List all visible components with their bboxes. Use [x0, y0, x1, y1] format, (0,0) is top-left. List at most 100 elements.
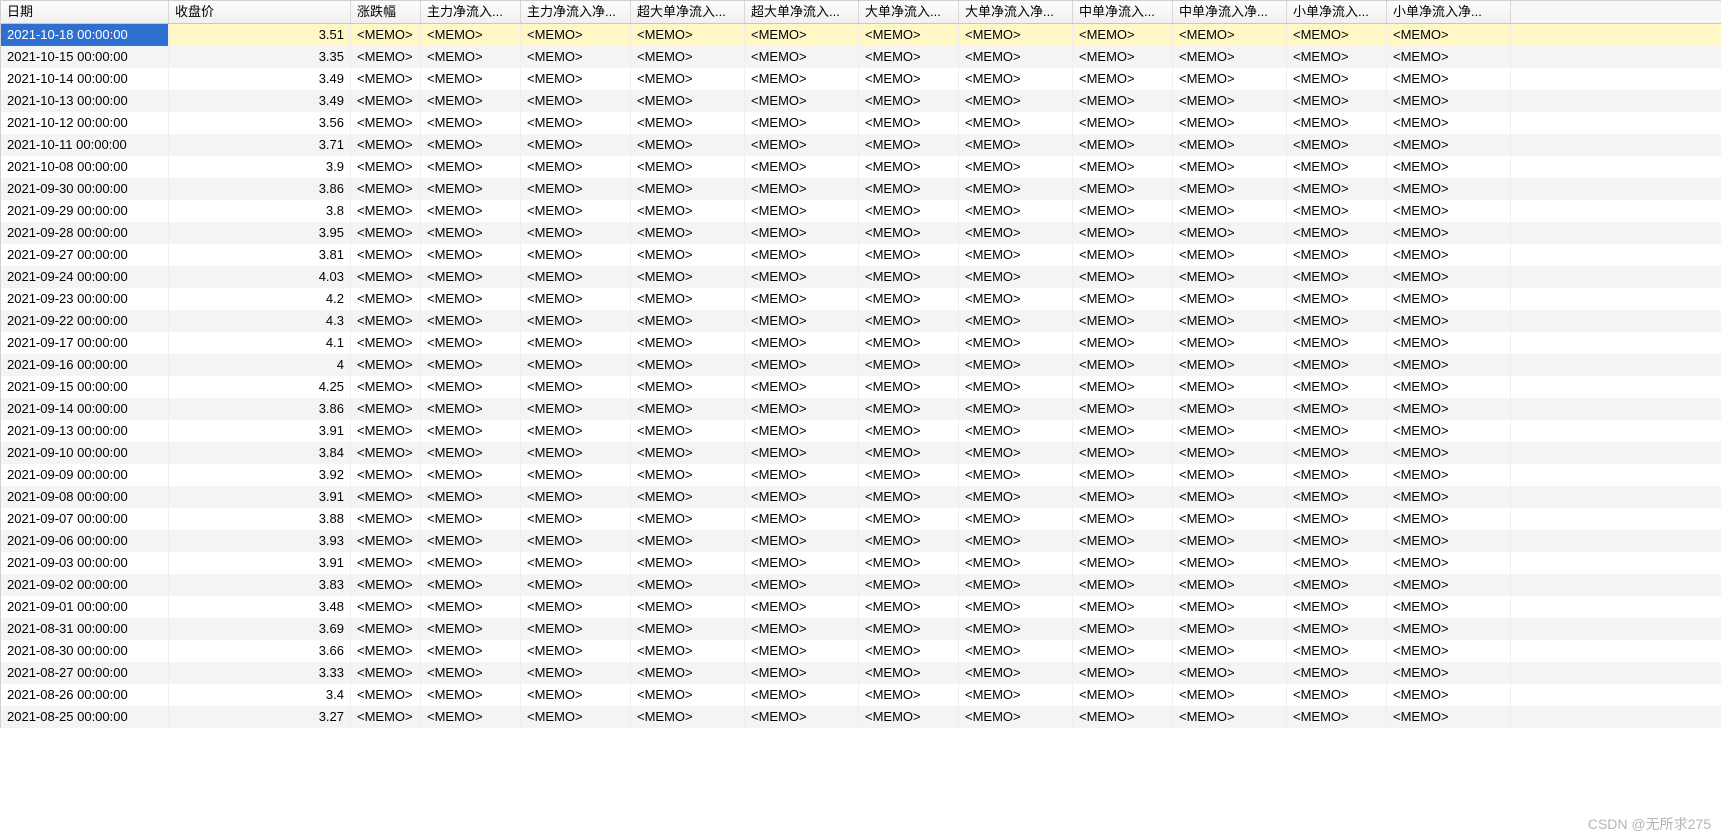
cell-memo[interactable]: <MEMO> — [959, 618, 1073, 640]
cell-date[interactable]: 2021-09-30 00:00:00 — [1, 178, 169, 200]
cell-memo[interactable]: <MEMO> — [859, 24, 959, 46]
cell-memo[interactable]: <MEMO> — [631, 376, 745, 398]
cell-memo[interactable]: <MEMO> — [521, 574, 631, 596]
cell-memo[interactable]: <MEMO> — [421, 134, 521, 156]
cell-memo[interactable]: <MEMO> — [959, 90, 1073, 112]
cell-memo[interactable]: <MEMO> — [859, 420, 959, 442]
cell-memo[interactable]: <MEMO> — [1287, 178, 1387, 200]
cell-date[interactable]: 2021-09-24 00:00:00 — [1, 266, 169, 288]
cell-memo[interactable]: <MEMO> — [859, 618, 959, 640]
column-header-large-in[interactable]: 大单净流入... — [859, 1, 959, 23]
cell-memo[interactable]: <MEMO> — [521, 178, 631, 200]
cell-memo[interactable]: <MEMO> — [1173, 508, 1287, 530]
cell-memo[interactable]: <MEMO> — [1173, 464, 1287, 486]
cell-memo[interactable]: <MEMO> — [521, 332, 631, 354]
cell-memo[interactable]: <MEMO> — [1387, 596, 1511, 618]
cell-date[interactable]: 2021-08-31 00:00:00 — [1, 618, 169, 640]
cell-close[interactable]: 4.03 — [169, 266, 351, 288]
cell-memo[interactable]: <MEMO> — [1287, 376, 1387, 398]
cell-memo[interactable]: <MEMO> — [1387, 178, 1511, 200]
cell-memo[interactable]: <MEMO> — [859, 222, 959, 244]
cell-memo[interactable]: <MEMO> — [1073, 486, 1173, 508]
cell-close[interactable]: 3.92 — [169, 464, 351, 486]
cell-date[interactable]: 2021-10-08 00:00:00 — [1, 156, 169, 178]
cell-memo[interactable]: <MEMO> — [745, 420, 859, 442]
cell-memo[interactable]: <MEMO> — [521, 640, 631, 662]
cell-close[interactable]: 4.2 — [169, 288, 351, 310]
cell-memo[interactable]: <MEMO> — [1387, 574, 1511, 596]
cell-memo[interactable]: <MEMO> — [521, 464, 631, 486]
cell-memo[interactable]: <MEMO> — [745, 530, 859, 552]
cell-memo[interactable]: <MEMO> — [421, 574, 521, 596]
cell-close[interactable]: 4 — [169, 354, 351, 376]
cell-close[interactable]: 3.49 — [169, 90, 351, 112]
table-row[interactable]: 2021-09-23 00:00:004.2<MEMO><MEMO><MEMO>… — [1, 288, 1721, 310]
cell-memo[interactable]: <MEMO> — [421, 354, 521, 376]
cell-memo[interactable]: <MEMO> — [959, 310, 1073, 332]
cell-memo[interactable]: <MEMO> — [521, 244, 631, 266]
cell-memo[interactable]: <MEMO> — [521, 684, 631, 706]
cell-memo[interactable]: <MEMO> — [631, 134, 745, 156]
cell-date[interactable]: 2021-09-07 00:00:00 — [1, 508, 169, 530]
cell-memo[interactable]: <MEMO> — [1287, 684, 1387, 706]
cell-memo[interactable]: <MEMO> — [351, 332, 421, 354]
cell-memo[interactable]: <MEMO> — [1173, 200, 1287, 222]
cell-memo[interactable]: <MEMO> — [631, 222, 745, 244]
cell-memo[interactable]: <MEMO> — [421, 200, 521, 222]
cell-memo[interactable]: <MEMO> — [745, 332, 859, 354]
cell-memo[interactable]: <MEMO> — [521, 222, 631, 244]
cell-memo[interactable]: <MEMO> — [859, 398, 959, 420]
cell-memo[interactable]: <MEMO> — [1073, 530, 1173, 552]
cell-memo[interactable]: <MEMO> — [1387, 354, 1511, 376]
cell-memo[interactable]: <MEMO> — [521, 376, 631, 398]
table-row[interactable]: 2021-09-07 00:00:003.88<MEMO><MEMO><MEMO… — [1, 508, 1721, 530]
cell-memo[interactable]: <MEMO> — [959, 596, 1073, 618]
cell-memo[interactable]: <MEMO> — [1073, 618, 1173, 640]
cell-memo[interactable]: <MEMO> — [859, 288, 959, 310]
cell-memo[interactable]: <MEMO> — [351, 486, 421, 508]
cell-memo[interactable]: <MEMO> — [859, 244, 959, 266]
cell-memo[interactable]: <MEMO> — [1073, 134, 1173, 156]
table-row[interactable]: 2021-10-11 00:00:003.71<MEMO><MEMO><MEMO… — [1, 134, 1721, 156]
cell-memo[interactable]: <MEMO> — [1173, 156, 1287, 178]
cell-memo[interactable]: <MEMO> — [351, 156, 421, 178]
cell-memo[interactable]: <MEMO> — [859, 156, 959, 178]
cell-memo[interactable]: <MEMO> — [1387, 420, 1511, 442]
table-row[interactable]: 2021-09-24 00:00:004.03<MEMO><MEMO><MEMO… — [1, 266, 1721, 288]
cell-memo[interactable]: <MEMO> — [631, 684, 745, 706]
cell-memo[interactable]: <MEMO> — [1387, 24, 1511, 46]
table-row[interactable]: 2021-09-08 00:00:003.91<MEMO><MEMO><MEMO… — [1, 486, 1721, 508]
table-row[interactable]: 2021-10-08 00:00:003.9<MEMO><MEMO><MEMO>… — [1, 156, 1721, 178]
cell-memo[interactable]: <MEMO> — [631, 662, 745, 684]
cell-memo[interactable]: <MEMO> — [351, 530, 421, 552]
cell-memo[interactable]: <MEMO> — [421, 90, 521, 112]
cell-memo[interactable]: <MEMO> — [631, 68, 745, 90]
cell-memo[interactable]: <MEMO> — [521, 200, 631, 222]
cell-memo[interactable]: <MEMO> — [1073, 68, 1173, 90]
cell-date[interactable]: 2021-09-03 00:00:00 — [1, 552, 169, 574]
cell-memo[interactable]: <MEMO> — [959, 244, 1073, 266]
cell-memo[interactable]: <MEMO> — [521, 552, 631, 574]
cell-memo[interactable]: <MEMO> — [1073, 310, 1173, 332]
cell-memo[interactable]: <MEMO> — [1387, 508, 1511, 530]
table-row[interactable]: 2021-09-06 00:00:003.93<MEMO><MEMO><MEMO… — [1, 530, 1721, 552]
table-row[interactable]: 2021-10-12 00:00:003.56<MEMO><MEMO><MEMO… — [1, 112, 1721, 134]
cell-memo[interactable]: <MEMO> — [631, 24, 745, 46]
cell-close[interactable]: 3.48 — [169, 596, 351, 618]
cell-date[interactable]: 2021-09-29 00:00:00 — [1, 200, 169, 222]
cell-memo[interactable]: <MEMO> — [1073, 596, 1173, 618]
table-row[interactable]: 2021-08-27 00:00:003.33<MEMO><MEMO><MEMO… — [1, 662, 1721, 684]
cell-close[interactable]: 4.25 — [169, 376, 351, 398]
cell-memo[interactable]: <MEMO> — [1173, 640, 1287, 662]
cell-memo[interactable]: <MEMO> — [1387, 156, 1511, 178]
cell-memo[interactable]: <MEMO> — [859, 376, 959, 398]
cell-memo[interactable]: <MEMO> — [351, 464, 421, 486]
cell-memo[interactable]: <MEMO> — [859, 46, 959, 68]
cell-memo[interactable]: <MEMO> — [351, 24, 421, 46]
cell-memo[interactable]: <MEMO> — [859, 706, 959, 728]
cell-date[interactable]: 2021-09-27 00:00:00 — [1, 244, 169, 266]
cell-memo[interactable]: <MEMO> — [859, 68, 959, 90]
cell-memo[interactable]: <MEMO> — [421, 530, 521, 552]
cell-memo[interactable]: <MEMO> — [421, 310, 521, 332]
cell-close[interactable]: 3.71 — [169, 134, 351, 156]
